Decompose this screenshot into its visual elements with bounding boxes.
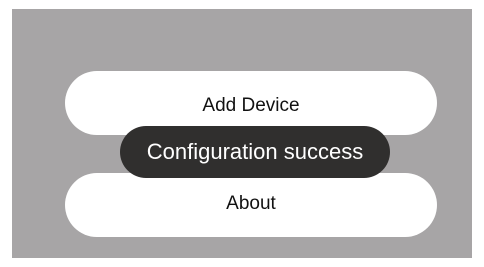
toast-message: Configuration success [146, 139, 364, 164]
configuration-toast: Configuration success [120, 126, 390, 178]
about-button[interactable]: About [65, 173, 437, 237]
screen: Add Device About Configuration success [12, 9, 472, 258]
about-label: About [226, 193, 276, 214]
add-device-label: Add Device [202, 95, 300, 116]
